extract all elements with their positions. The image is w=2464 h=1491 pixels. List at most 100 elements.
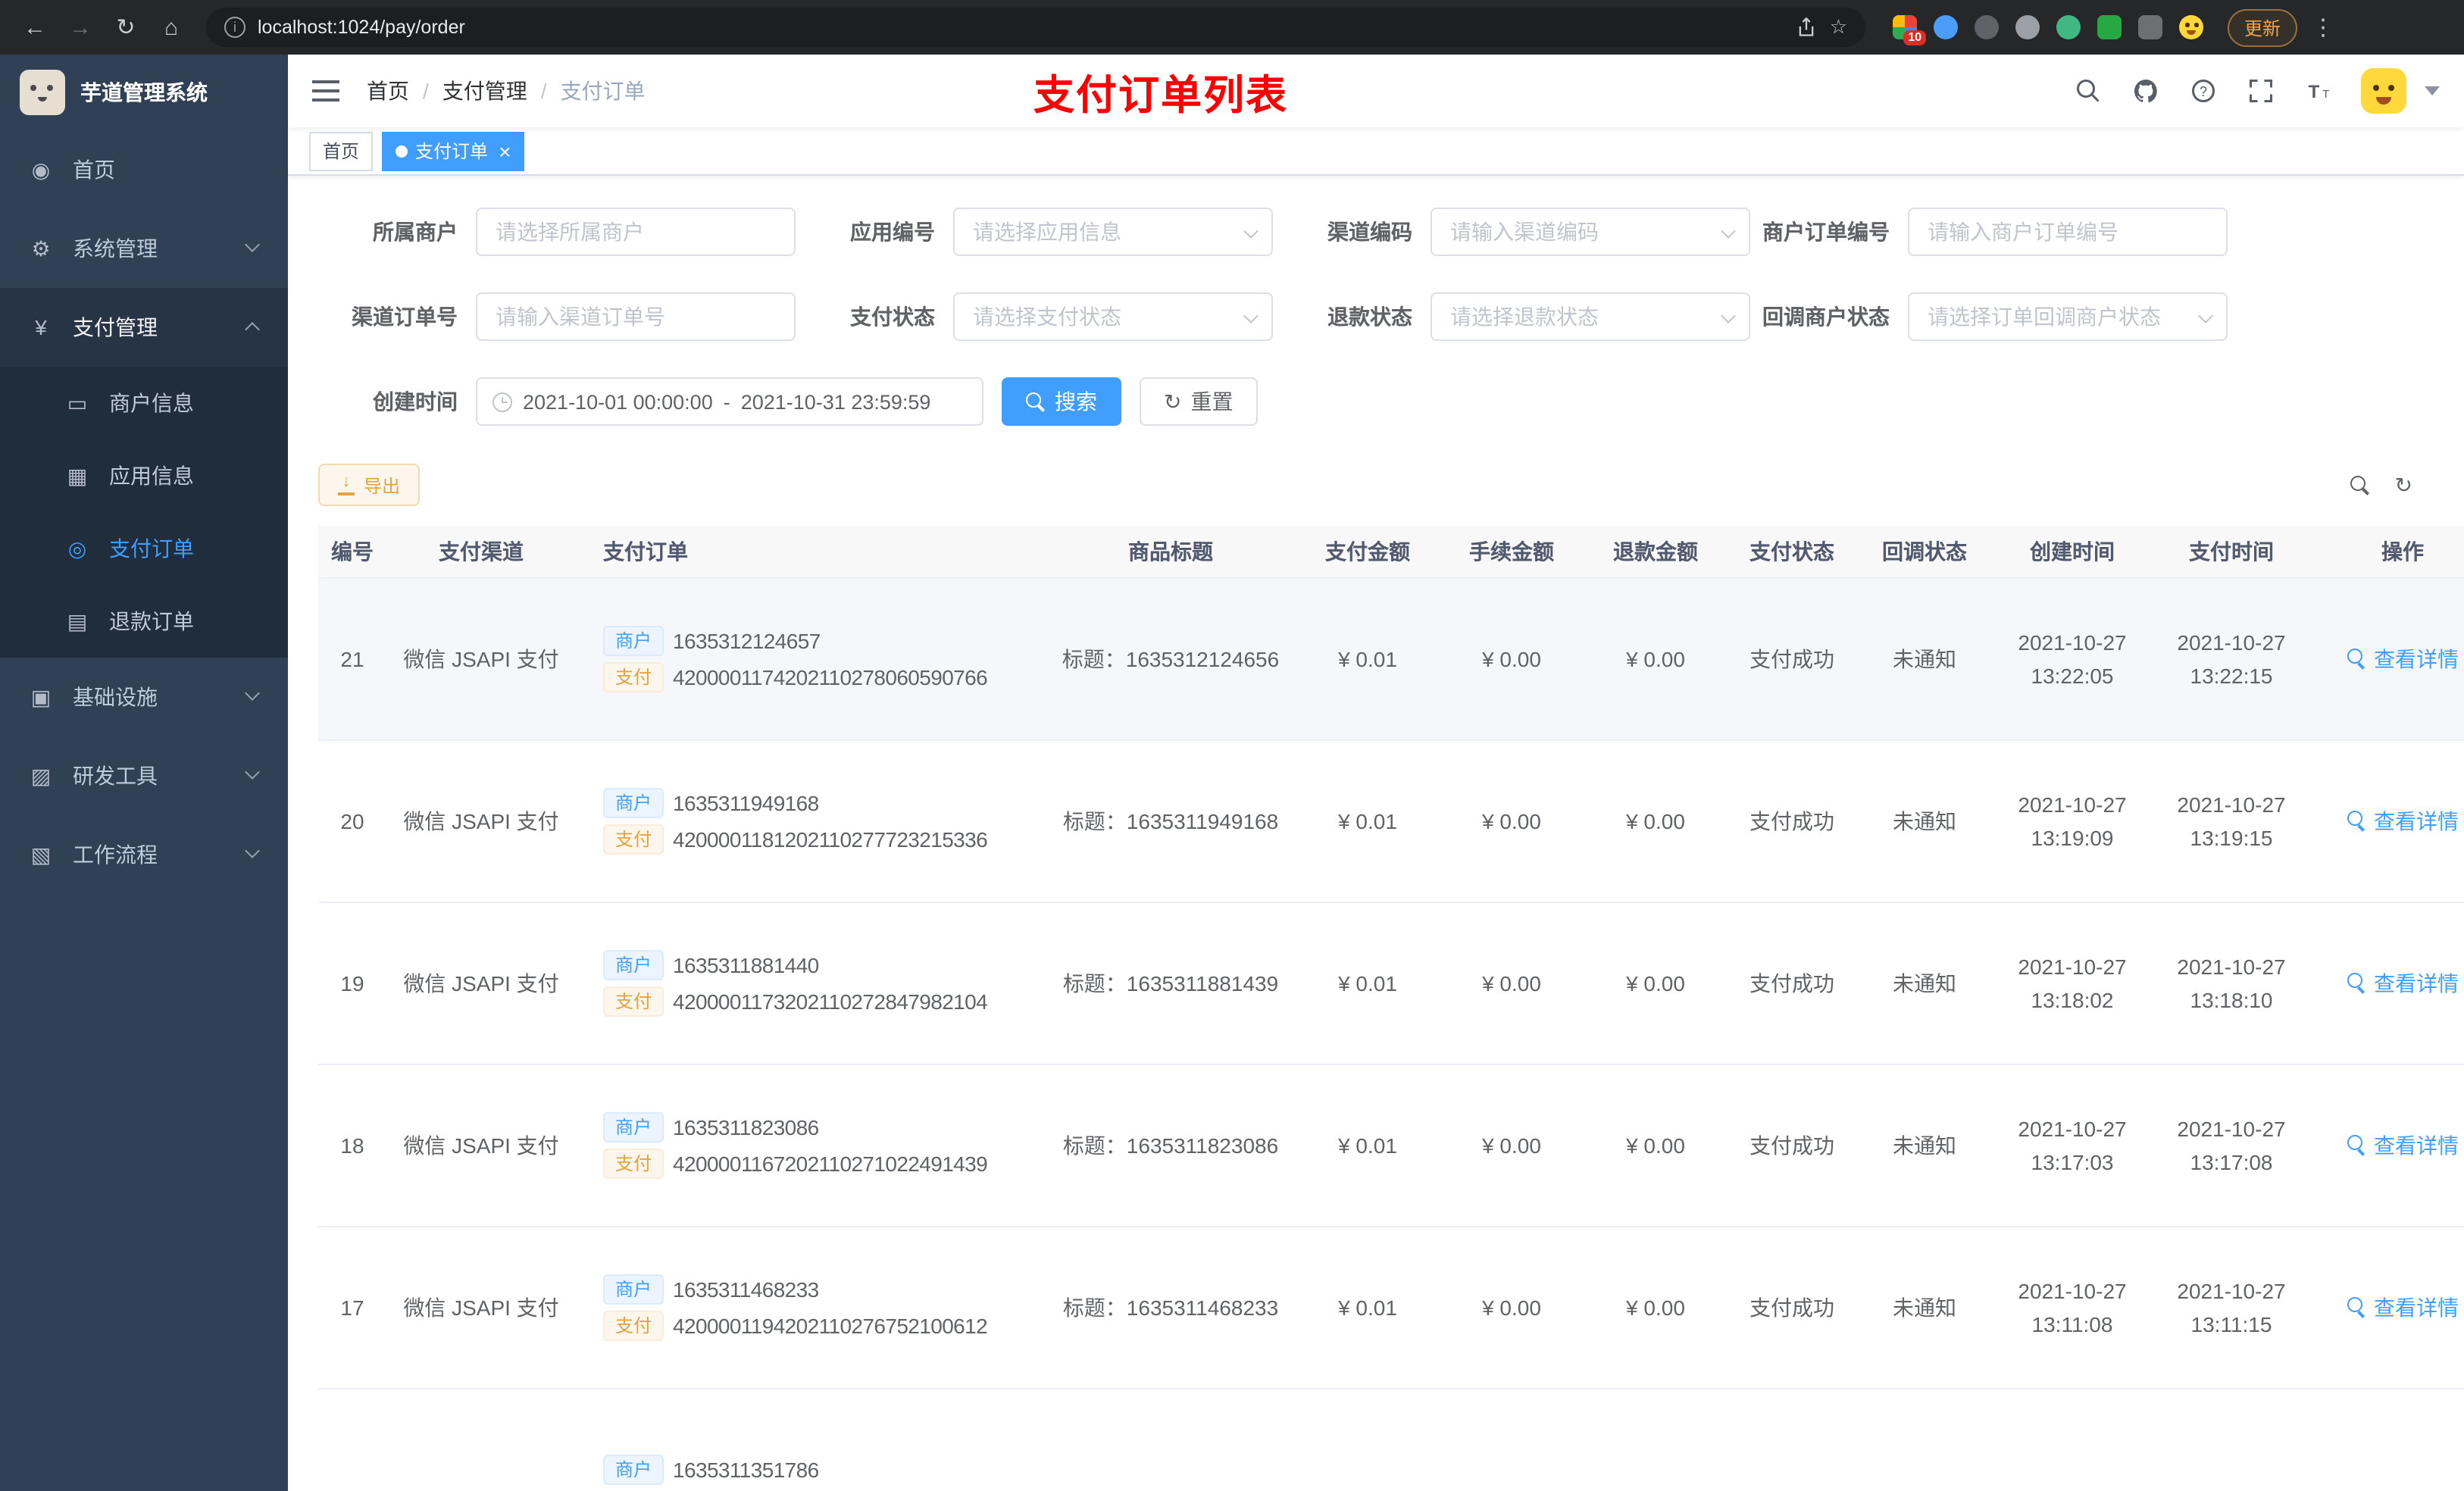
pay-tag: 支付 xyxy=(603,824,664,854)
extension-icon[interactable] xyxy=(2097,15,2122,39)
grid-icon: ▦ xyxy=(67,463,88,487)
close-icon[interactable]: × xyxy=(499,140,511,161)
sidebar-item-payment[interactable]: ¥ 支付管理 xyxy=(0,288,288,367)
search-icon[interactable] xyxy=(2073,76,2103,106)
merchant-tag: 商户 xyxy=(603,1454,664,1484)
view-detail-link[interactable]: 查看详情 xyxy=(2347,1130,2459,1160)
toggle-search-icon[interactable] xyxy=(2350,475,2371,495)
extension-icon[interactable] xyxy=(1975,15,1999,39)
help-icon[interactable]: ? xyxy=(2188,76,2219,106)
search-icon xyxy=(1026,392,1046,411)
browser-menu-icon[interactable]: ⋮ xyxy=(2303,8,2343,47)
breadcrumb-payment[interactable]: 支付管理 xyxy=(442,76,527,106)
channel-code-select[interactable] xyxy=(1431,208,1750,256)
payment-submenu: ▭ 商户信息 ▦ 应用信息 ◎ 支付订单 ▤ 退款订单 xyxy=(0,367,288,658)
merchant-input[interactable] xyxy=(476,208,796,256)
sidebar-item-merchant-info[interactable]: ▭ 商户信息 xyxy=(0,367,288,439)
filter-channel-code: 渠道编码 xyxy=(1273,208,1750,256)
gear-icon: ⚙ xyxy=(31,236,51,260)
orders-table: 编号 支付渠道 支付订单 商品标题 支付金额 手续金额 退款金额 支付状态 回调… xyxy=(318,526,2464,1491)
col-actions: 操作 xyxy=(2311,526,2464,578)
channel-order-no-input[interactable] xyxy=(476,292,796,341)
col-title: 商品标题 xyxy=(1046,526,1296,578)
sidebar-item-system[interactable]: ⚙ 系统管理 xyxy=(0,209,288,288)
pay-tag: 支付 xyxy=(603,1148,664,1178)
clock-icon xyxy=(492,392,512,411)
refund-status-select[interactable] xyxy=(1431,292,1750,341)
view-detail-link[interactable]: 查看详情 xyxy=(2347,967,2459,998)
filter-notify-status: 回调商户状态 xyxy=(1750,292,2228,341)
reset-button[interactable]: ↻ 重置 xyxy=(1140,377,1258,426)
top-navbar: 首页 / 支付管理 / 支付订单 支付订单列表 ? T T xyxy=(288,55,2464,127)
sidebar-item-app-info[interactable]: ▦ 应用信息 xyxy=(0,439,288,512)
sidebar-item-pay-order[interactable]: ◎ 支付订单 xyxy=(0,512,288,585)
merchant-tag: 商户 xyxy=(603,1111,664,1142)
merchant-tag: 商户 xyxy=(603,949,664,980)
back-icon[interactable]: ← xyxy=(15,8,55,47)
sidebar-item-label: 支付订单 xyxy=(109,536,194,561)
filter-channel-order-no: 渠道订单号 xyxy=(318,292,796,341)
table-row-partial: 商户 1635311351786 xyxy=(318,1388,2464,1491)
col-channel: 支付渠道 xyxy=(386,526,576,578)
share-icon[interactable] xyxy=(1796,17,1818,38)
view-detail-link[interactable]: 查看详情 xyxy=(2347,805,2459,836)
forward-icon[interactable]: → xyxy=(61,8,100,47)
col-pay-time: 支付时间 xyxy=(2152,526,2311,578)
github-icon[interactable] xyxy=(2131,76,2161,106)
breadcrumb-home[interactable]: 首页 xyxy=(367,76,409,106)
view-detail-link[interactable]: 查看详情 xyxy=(2347,643,2459,674)
toolbar-icons: ↻ xyxy=(2350,474,2434,495)
tag-pay-order[interactable]: 支付订单 × xyxy=(382,131,525,170)
home-icon[interactable]: ⌂ xyxy=(152,8,191,47)
export-button[interactable]: 导出 xyxy=(318,464,421,506)
sidebar-item-dev-tools[interactable]: ▨ 研发工具 xyxy=(0,736,288,815)
hamburger-icon[interactable] xyxy=(312,80,339,102)
page-content: 所属商户 应用编号 渠道编码 商户订单编号 xyxy=(288,176,2464,1491)
site-info-icon[interactable]: i xyxy=(224,17,245,38)
breadcrumb: 首页 / 支付管理 / 支付订单 xyxy=(367,76,646,106)
bookmark-star-icon[interactable]: ☆ xyxy=(1830,15,1847,39)
extension-icon[interactable] xyxy=(2015,15,2040,39)
filter-create-time: 创建时间 2021-10-01 00:00:00 - 2021-10-31 23… xyxy=(318,377,983,426)
table-toolbar: 导出 ↻ xyxy=(318,464,2434,506)
app-logo[interactable]: 芋道管理系统 xyxy=(0,55,288,130)
search-icon xyxy=(2347,811,2366,830)
fullscreen-icon[interactable] xyxy=(2246,76,2276,106)
font-size-icon[interactable]: TT xyxy=(2303,76,2334,106)
page-title: 支付订单列表 xyxy=(1033,72,1288,117)
sidebar-item-workflow[interactable]: ▧ 工作流程 xyxy=(0,815,288,894)
sidebar-item-refund-order[interactable]: ▤ 退款订单 xyxy=(0,585,288,658)
date-range-picker[interactable]: 2021-10-01 00:00:00 - 2021-10-31 23:59:5… xyxy=(476,377,983,426)
reload-icon[interactable]: ↻ xyxy=(106,8,145,47)
extension-icon[interactable]: 10 xyxy=(1893,15,1926,45)
active-dot xyxy=(396,145,408,157)
tag-home[interactable]: 首页 xyxy=(309,131,374,170)
profile-avatar-icon[interactable] xyxy=(2179,15,2203,39)
pay-status-select[interactable] xyxy=(953,292,1273,341)
merchant-order-no-input[interactable] xyxy=(1908,208,2228,256)
search-button[interactable]: 搜索 xyxy=(1002,377,1121,426)
update-button[interactable]: 更新 xyxy=(2228,8,2298,46)
notify-status-select[interactable] xyxy=(1908,292,2228,341)
search-icon xyxy=(2347,649,2366,668)
extension-icon[interactable] xyxy=(1934,15,1958,39)
pay-tag: 支付 xyxy=(603,986,664,1016)
search-icon xyxy=(2347,1135,2366,1155)
date-separator: - xyxy=(723,390,730,413)
url-bar[interactable]: i localhost:1024/pay/order ☆ xyxy=(206,8,1865,47)
sidebar-item-home[interactable]: ◉ 首页 xyxy=(0,130,288,209)
infrastructure-icon: ▣ xyxy=(30,684,52,708)
filter-merchant: 所属商户 xyxy=(318,208,796,256)
filter-form: 所属商户 应用编号 渠道编码 商户订单编号 xyxy=(318,208,2434,462)
date-end: 2021-10-31 23:59:59 xyxy=(740,390,931,413)
extension-icon[interactable] xyxy=(2138,15,2162,39)
refresh-table-icon[interactable]: ↻ xyxy=(2395,474,2412,495)
sidebar: 芋道管理系统 ◉ 首页 ⚙ 系统管理 ¥ 支付管理 ▭ 商户信息 ▦ 应用信息 … xyxy=(0,55,288,1491)
col-pay-order: 支付订单 xyxy=(576,526,1046,578)
extension-icon[interactable] xyxy=(2056,15,2081,39)
sidebar-item-infrastructure[interactable]: ▣ 基础设施 xyxy=(0,658,288,736)
app-id-select[interactable] xyxy=(953,208,1273,256)
user-menu-caret-icon[interactable] xyxy=(2425,86,2440,95)
user-avatar[interactable] xyxy=(2361,68,2406,114)
view-detail-link[interactable]: 查看详情 xyxy=(2347,1292,2459,1322)
